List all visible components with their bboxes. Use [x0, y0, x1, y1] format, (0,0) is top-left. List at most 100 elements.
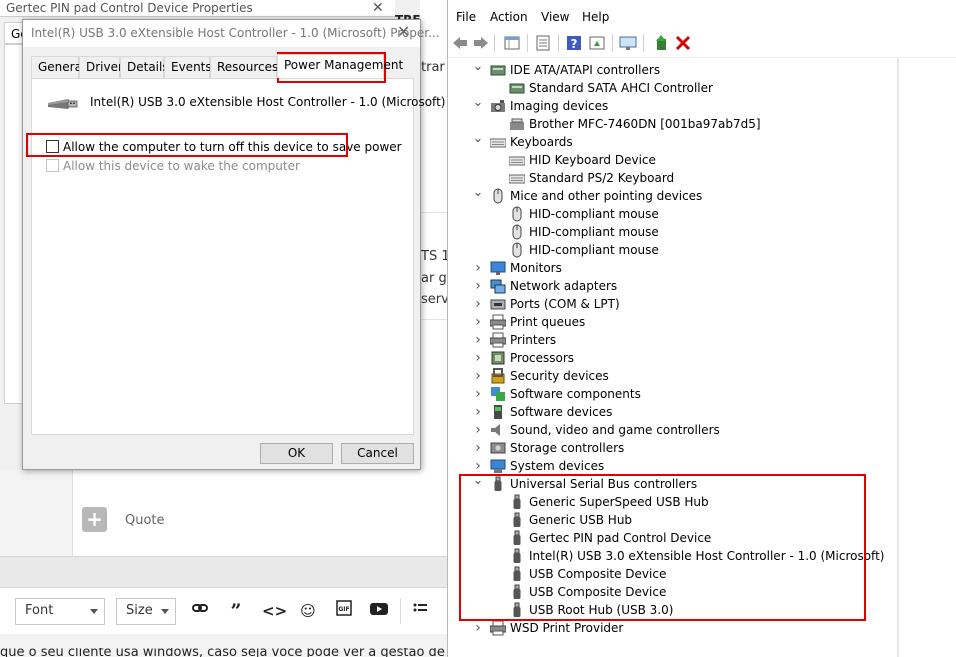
chevron-right-icon[interactable]: › [472, 313, 484, 331]
properties-grid-icon[interactable] [503, 34, 521, 52]
toolbar-separator [558, 34, 559, 52]
tree-category[interactable]: › WSD Print Provider [468, 619, 898, 637]
code-icon[interactable]: <> [262, 600, 287, 622]
tree-category[interactable]: › Software components [468, 385, 898, 403]
chevron-right-icon[interactable]: › [472, 439, 484, 457]
tab-driver[interactable]: Driver [79, 56, 123, 78]
chevron-right-icon[interactable]: › [472, 349, 484, 367]
tree-category-label: Security devices [510, 369, 609, 383]
tree-device[interactable]: USB Root Hub (USB 3.0) [468, 601, 898, 619]
tree-category[interactable]: ⌄ Mice and other pointing devices [468, 186, 898, 205]
tree-category[interactable]: ⌄ IDE ATA/ATAPI controllers [468, 60, 898, 79]
tab-events[interactable]: Events [164, 56, 212, 78]
cancel-button[interactable]: Cancel [341, 443, 414, 464]
chevron-down-icon[interactable]: ⌄ [472, 474, 484, 493]
back-arrow-icon[interactable] [451, 34, 469, 52]
font-select[interactable]: Font [15, 598, 105, 625]
tree-category[interactable]: › Software devices [468, 403, 898, 421]
monitor-scan-icon[interactable] [619, 34, 637, 52]
tree-category-label: IDE ATA/ATAPI controllers [510, 63, 661, 77]
tree-device[interactable]: Standard SATA AHCI Controller [468, 79, 898, 97]
tree-category[interactable]: › Security devices [468, 367, 898, 385]
menu-view[interactable]: View [541, 10, 569, 24]
list-icon[interactable] [410, 600, 430, 622]
tree-device[interactable]: Intel(R) USB 3.0 eXtensible Host Control… [468, 547, 898, 565]
tab-details[interactable]: Details [120, 56, 169, 78]
close-icon[interactable]: ✕ [397, 22, 410, 42]
chevron-right-icon[interactable]: › [472, 259, 484, 277]
quote-label[interactable]: Quote [125, 513, 165, 528]
chevron-down-icon[interactable]: ⌄ [472, 186, 484, 205]
chevron-right-icon[interactable]: › [472, 367, 484, 385]
chevron-down-icon[interactable]: ⌄ [472, 96, 484, 115]
quote-icon[interactable]: ” [226, 600, 246, 622]
camera-icon [491, 100, 505, 112]
chevron-right-icon[interactable]: › [472, 295, 484, 313]
tree-device[interactable]: Generic SuperSpeed USB Hub [468, 493, 898, 511]
uninstall-x-icon[interactable] [674, 34, 692, 52]
tree-category[interactable]: › Sound, video and game controllers [468, 421, 898, 439]
chevron-right-icon[interactable]: › [472, 331, 484, 349]
quote-plus-icon[interactable]: + [82, 507, 107, 532]
tree-device[interactable]: USB Composite Device [468, 583, 898, 601]
document-icon[interactable] [534, 34, 552, 52]
ok-button[interactable]: OK [260, 443, 333, 464]
tree-category[interactable]: › Storage controllers [468, 439, 898, 457]
tree-category[interactable]: ⌄ Universal Serial Bus controllers [468, 474, 898, 493]
device-manager-window: File Action View Help ? ⌄ IDE ATA/ATAPI c… [447, 0, 956, 657]
background-tab-general[interactable]: Ge [4, 22, 24, 44]
toolbar-separator [400, 598, 401, 624]
printer-icon [490, 620, 506, 636]
tree-device[interactable]: Generic USB Hub [468, 511, 898, 529]
allow-turn-off-label: Allow the computer to turn off this devi… [63, 140, 402, 154]
tree-device[interactable]: HID-compliant mouse [468, 241, 898, 259]
tree-category[interactable]: › Network adapters [468, 277, 898, 295]
size-select[interactable]: Size [116, 598, 176, 625]
menu-help[interactable]: Help [582, 10, 609, 24]
video-icon[interactable] [369, 600, 389, 622]
chevron-right-icon[interactable]: › [472, 403, 484, 421]
tree-category[interactable]: ⌄ Keyboards [468, 132, 898, 151]
link-icon[interactable] [190, 600, 210, 622]
tree-device[interactable]: Brother MFC-7460DN [001ba97ab7d5] [468, 115, 898, 133]
tree-device[interactable]: HID-compliant mouse [468, 205, 898, 223]
tree-device[interactable]: HID Keyboard Device [468, 151, 898, 169]
chevron-down-icon[interactable]: ⌄ [472, 132, 484, 151]
tree-category[interactable]: › Print queues [468, 313, 898, 331]
usb-device-icon [513, 602, 521, 617]
tree-category[interactable]: › Monitors [468, 259, 898, 277]
tree-category-label: Imaging devices [510, 99, 609, 113]
chevron-right-icon[interactable]: › [472, 385, 484, 403]
chevron-down-icon[interactable]: ⌄ [472, 60, 484, 79]
tree-device[interactable]: Standard PS/2 Keyboard [468, 169, 898, 187]
tree-category[interactable]: › Processors [468, 349, 898, 367]
tree-category[interactable]: ⌄ Imaging devices [468, 96, 898, 115]
background-close-icon[interactable]: ✕ [372, 0, 384, 16]
chevron-right-icon[interactable]: › [472, 619, 484, 637]
driver-update-icon[interactable] [588, 34, 606, 52]
tree-device-label: Brother MFC-7460DN [001ba97ab7d5] [529, 117, 761, 131]
tab-resources[interactable]: Resources [210, 56, 278, 78]
tree-device-label: USB Composite Device [529, 567, 667, 581]
menu-file[interactable]: File [456, 10, 476, 24]
tree-device[interactable]: USB Composite Device [468, 565, 898, 583]
emoji-icon[interactable]: ☺ [298, 600, 318, 622]
gif-icon[interactable]: GIF [334, 600, 354, 622]
tree-device[interactable]: Gertec PIN pad Control Device [468, 529, 898, 547]
help-icon[interactable]: ? [565, 34, 583, 52]
checkbox[interactable] [46, 140, 59, 153]
enable-device-icon[interactable] [652, 34, 670, 52]
device-manager-toolbar: ? [448, 30, 956, 58]
tab-power-management[interactable]: Power Management [277, 54, 403, 78]
tab-general[interactable]: General [31, 56, 85, 78]
menu-action[interactable]: Action [490, 10, 528, 24]
tree-category[interactable]: › Printers [468, 331, 898, 349]
tree-category[interactable]: › System devices [468, 457, 898, 475]
allow-turn-off-checkbox[interactable]: Allow the computer to turn off this devi… [46, 140, 402, 156]
scrollbar[interactable] [897, 58, 899, 657]
forward-arrow-icon[interactable] [472, 34, 490, 52]
tree-category[interactable]: › Ports (COM & LPT) [468, 295, 898, 313]
chevron-right-icon[interactable]: › [472, 277, 484, 295]
tree-device[interactable]: HID-compliant mouse [468, 223, 898, 241]
chevron-right-icon[interactable]: › [472, 421, 484, 439]
